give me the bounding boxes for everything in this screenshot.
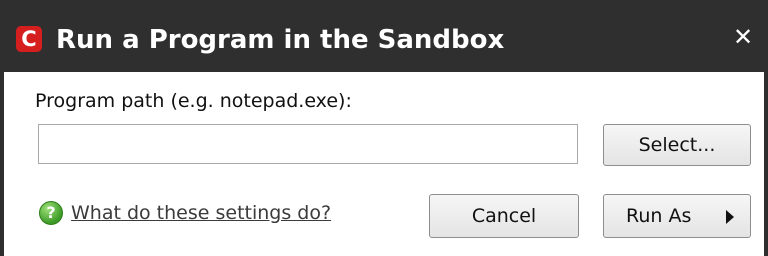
title-bar: C Run a Program in the Sandbox ✕ xyxy=(0,0,768,72)
help-icon: ? xyxy=(39,201,63,225)
dropdown-arrow-icon xyxy=(726,210,734,224)
run-as-button[interactable]: Run As xyxy=(603,194,751,238)
program-path-label: Program path (e.g. notepad.exe): xyxy=(35,90,352,112)
program-path-input[interactable] xyxy=(38,124,578,164)
help-settings-link[interactable]: What do these settings do? xyxy=(71,201,331,225)
dialog-title: Run a Program in the Sandbox xyxy=(56,25,505,55)
select-button[interactable]: Select... xyxy=(603,124,751,166)
sandbox-dialog: C Run a Program in the Sandbox ✕ Program… xyxy=(0,0,768,256)
comodo-logo-icon: C xyxy=(16,26,42,52)
close-button[interactable]: ✕ xyxy=(726,22,760,52)
window-border-left xyxy=(0,72,4,256)
run-as-label: Run As xyxy=(626,205,692,227)
window-border-right xyxy=(764,72,768,256)
cancel-button[interactable]: Cancel xyxy=(429,194,579,238)
